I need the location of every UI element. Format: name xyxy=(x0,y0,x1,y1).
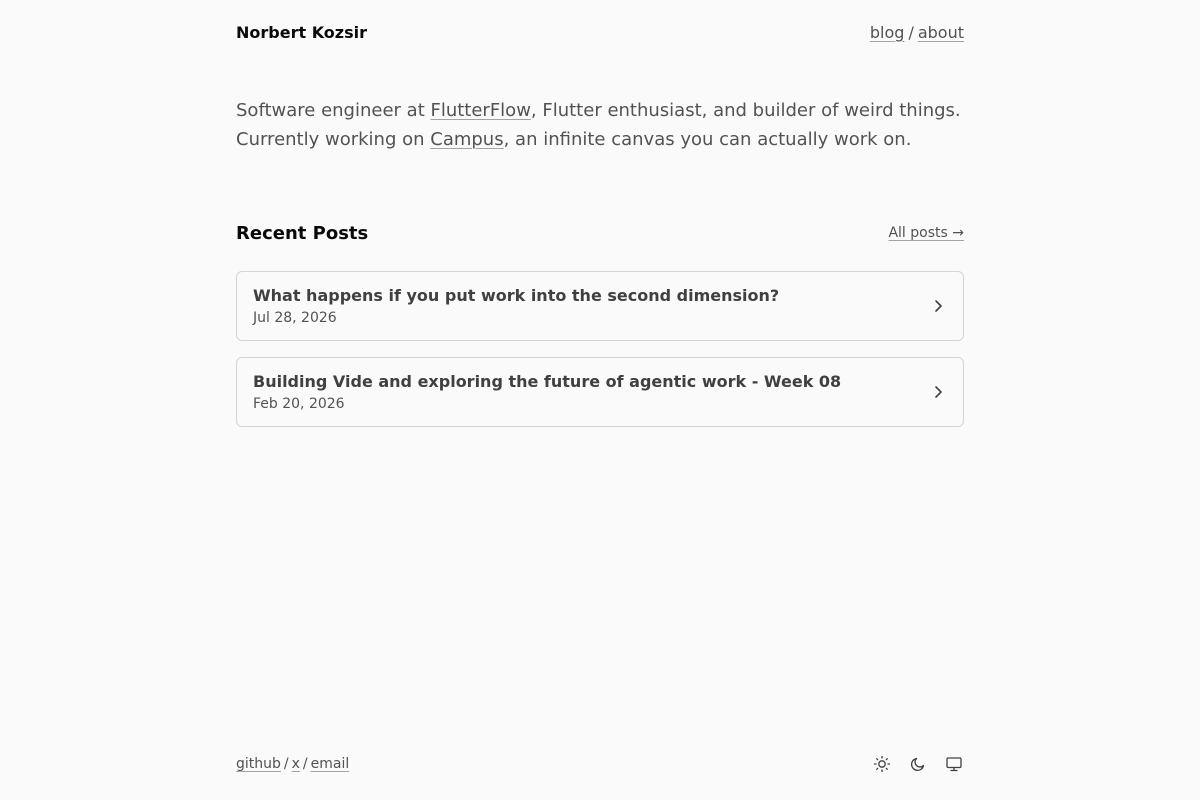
chevron-right-icon xyxy=(929,383,947,401)
email-link[interactable]: email xyxy=(311,756,350,772)
flutterflow-link[interactable]: FlutterFlow xyxy=(430,100,530,121)
top-nav: blog / about xyxy=(870,23,964,42)
post-date: Feb 20, 2026 xyxy=(253,395,345,412)
footer-separator: / xyxy=(283,756,289,772)
post-card[interactable]: What happens if you put work into the se… xyxy=(236,271,964,341)
social-links: github / x / email xyxy=(236,756,349,772)
recent-posts-title: Recent Posts xyxy=(236,222,369,244)
nav-separator: / xyxy=(908,22,914,42)
post-card[interactable]: Building Vide and exploring the future o… xyxy=(236,357,964,427)
post-list: What happens if you put work into the se… xyxy=(236,271,964,443)
nav-link-about[interactable]: about xyxy=(918,23,964,42)
site-footer: github / x / email xyxy=(236,752,964,776)
recent-posts-header: Recent Posts All posts → xyxy=(236,220,964,246)
post-text: Building Vide and exploring the future o… xyxy=(253,371,841,414)
x-link[interactable]: x xyxy=(292,756,300,772)
intro-line-2: Currently working on Campus, an infinite… xyxy=(236,125,964,154)
moon-icon xyxy=(910,757,925,772)
post-title: What happens if you put work into the se… xyxy=(253,285,780,305)
theme-switcher xyxy=(872,754,964,774)
system-theme-button[interactable] xyxy=(944,754,964,774)
intro-text-segment: Software engineer at xyxy=(236,100,431,121)
post-text: What happens if you put work into the se… xyxy=(253,285,779,328)
post-title: Building Vide and exploring the future o… xyxy=(253,371,842,391)
dark-theme-button[interactable] xyxy=(908,754,928,774)
intro-text-segment: , an infinite canvas you can actually wo… xyxy=(503,129,912,150)
sun-icon xyxy=(873,755,891,773)
intro-text: Software engineer at FlutterFlow, Flutte… xyxy=(236,96,964,154)
page: Norbert Kozsir blog / about Software engin… xyxy=(236,0,964,800)
nav-link-blog[interactable]: blog xyxy=(870,23,905,42)
site-name-link[interactable]: Norbert Kozsir xyxy=(236,23,367,42)
light-theme-button[interactable] xyxy=(872,754,892,774)
intro-line-1: Software engineer at FlutterFlow, Flutte… xyxy=(236,96,964,125)
site-header: Norbert Kozsir blog / about xyxy=(236,20,964,44)
intro-text-segment: Currently working on xyxy=(236,129,431,150)
github-link[interactable]: github xyxy=(236,756,281,772)
intro-text-segment: , Flutter enthusiast, and builder of wei… xyxy=(530,100,961,121)
monitor-icon xyxy=(946,757,962,772)
chevron-right-icon xyxy=(929,297,947,315)
all-posts-link[interactable]: All posts → xyxy=(888,225,964,241)
campus-link[interactable]: Campus xyxy=(430,129,503,150)
footer-separator: / xyxy=(302,756,308,772)
post-date: Jul 28, 2026 xyxy=(253,309,337,326)
